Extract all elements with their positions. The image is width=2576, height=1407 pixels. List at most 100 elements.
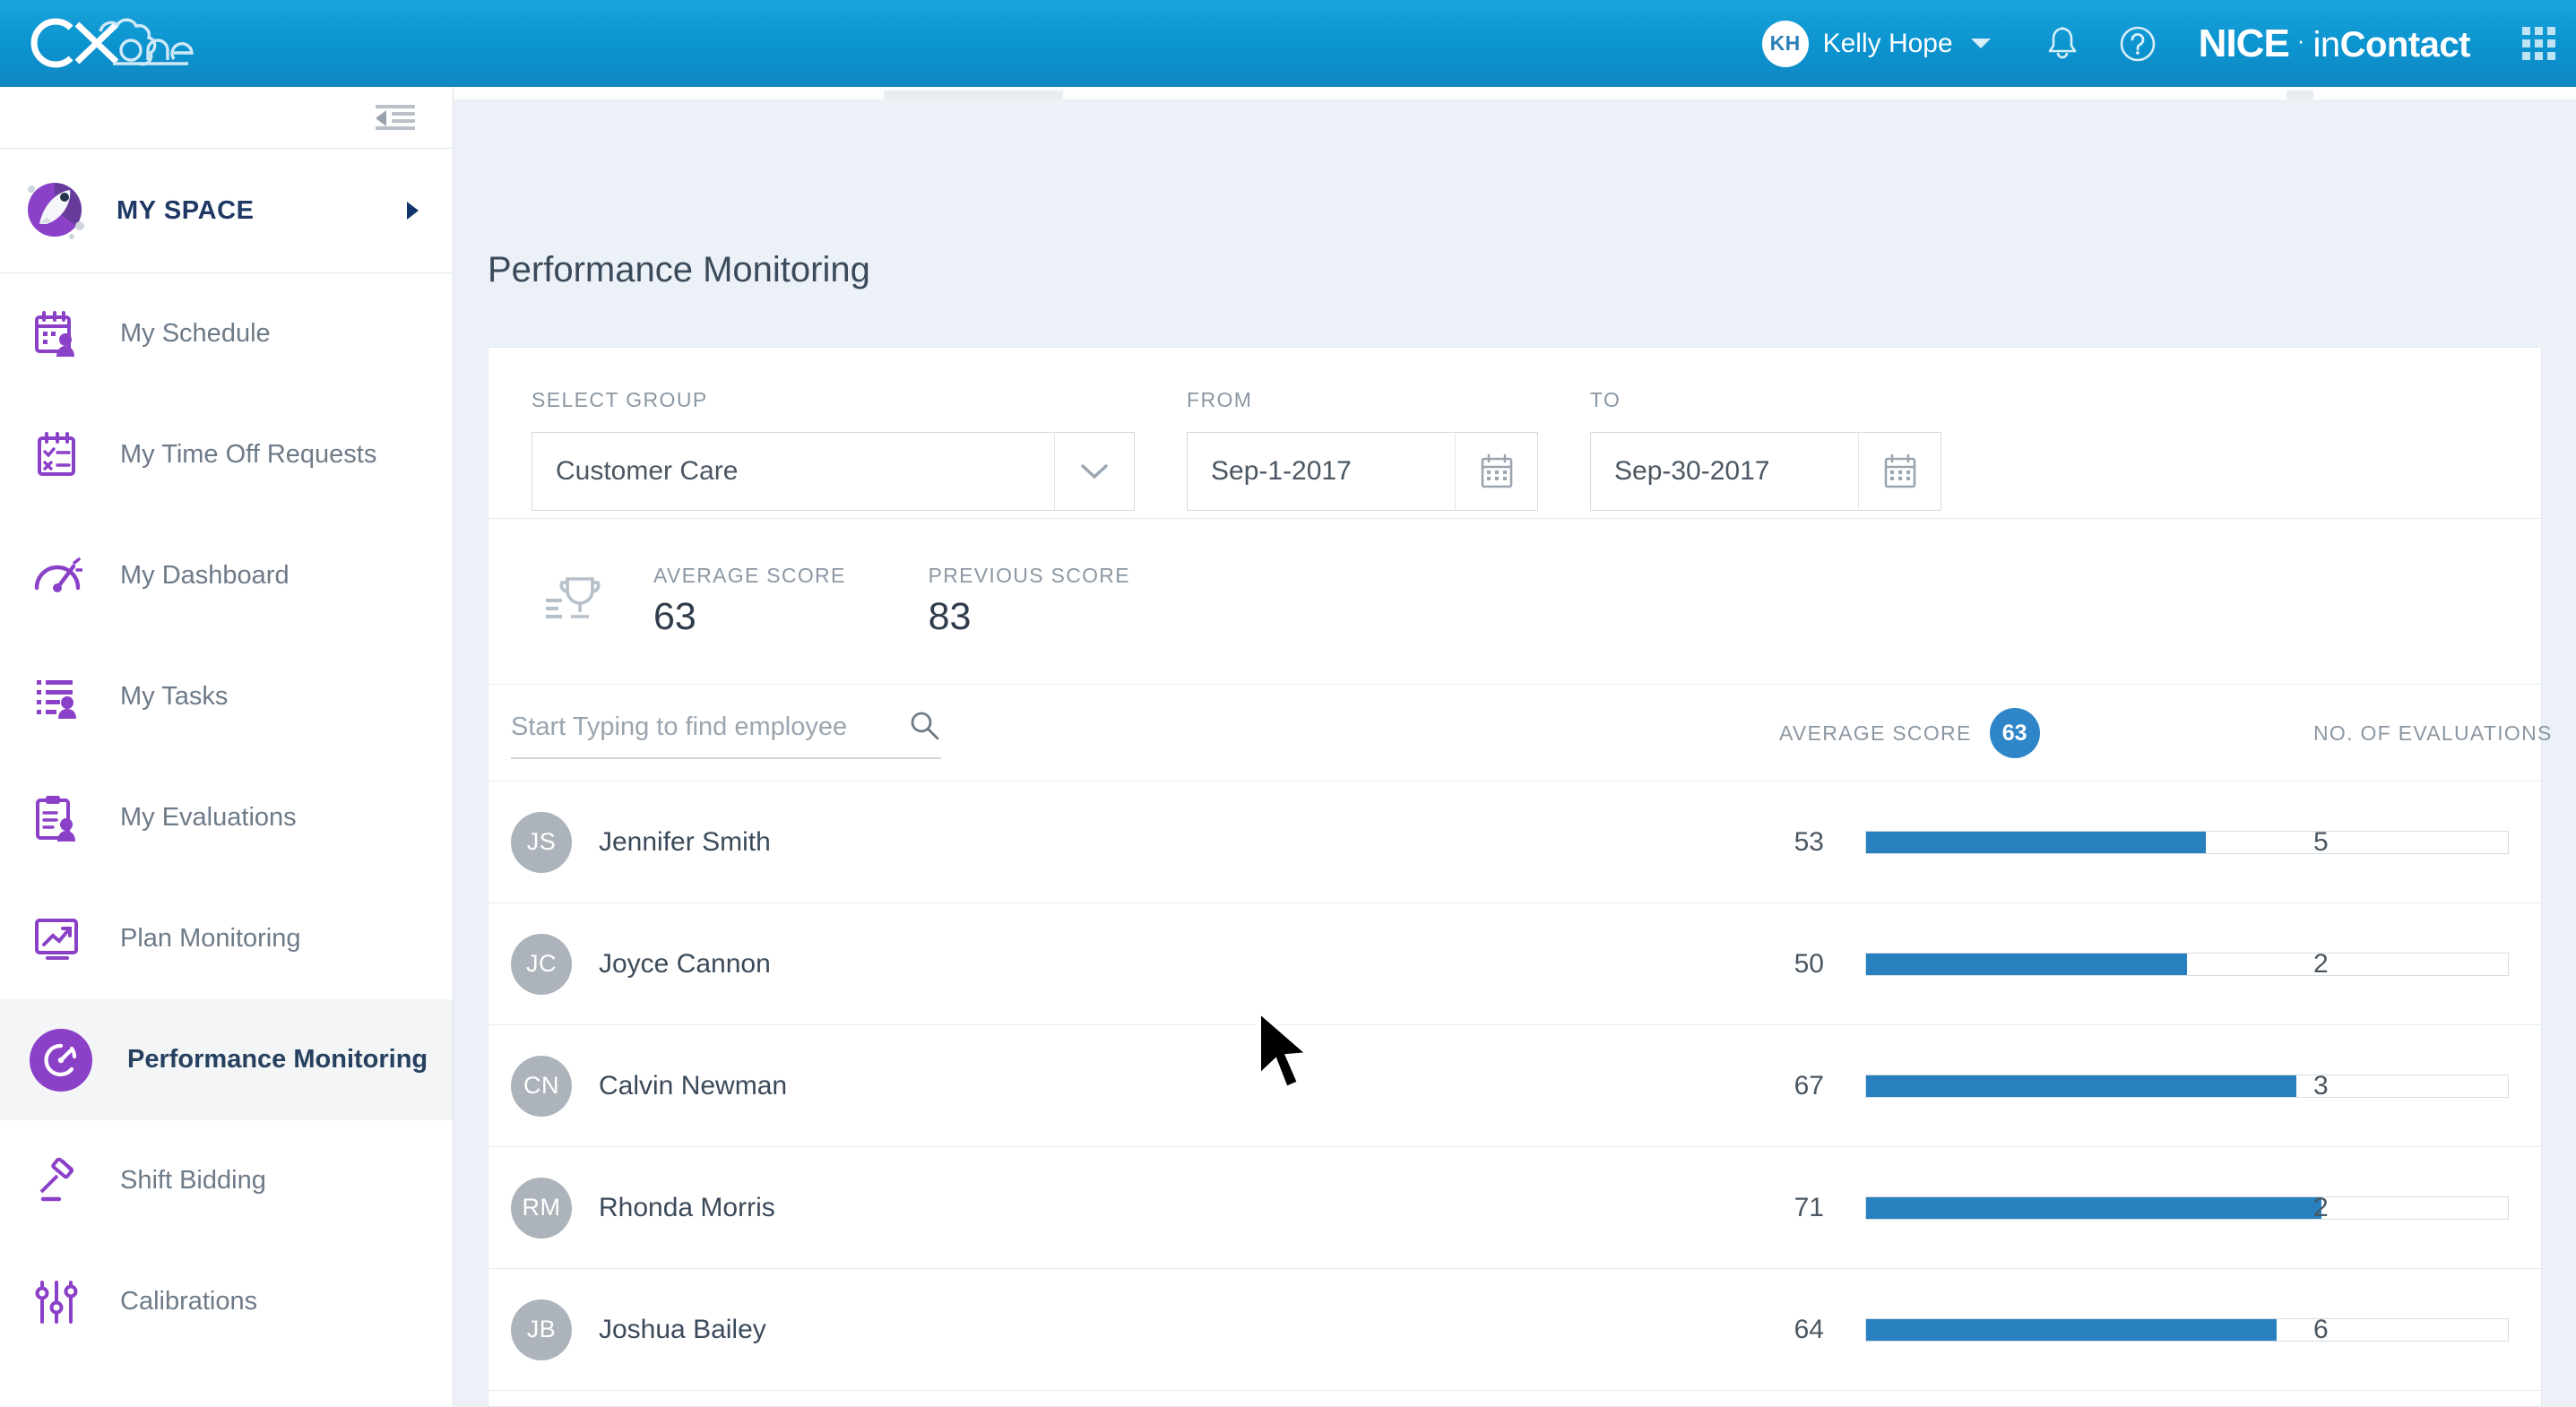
sidebar-item-label: My Tasks (120, 682, 229, 712)
sidebar-item-calibrations[interactable]: Calibrations (0, 1241, 453, 1362)
calendar-icon[interactable] (1455, 432, 1537, 511)
score-bar (1865, 1317, 2509, 1342)
sidebar-item-my-tasks[interactable]: My Tasks (0, 636, 453, 757)
score-bar-track (1865, 1317, 2509, 1342)
average-score-badge: 63 (1989, 708, 2040, 758)
sidebar-item-my-schedule[interactable]: My Schedule (0, 273, 453, 394)
from-label: FROM (1187, 388, 1253, 411)
avatar: JC (511, 933, 572, 995)
table-row[interactable]: JB Joshua Bailey 64 6 (488, 1268, 2541, 1390)
score-value: 50 (1794, 948, 1824, 979)
performance-gauge-icon (25, 1028, 97, 1092)
main-content: Performance Monitoring SELECT GROUP Cust… (454, 87, 2576, 1407)
sidebar-item-label: Performance Monitoring (127, 1045, 428, 1075)
employee-name: Calvin Newman (599, 1070, 788, 1101)
sidebar-item-shift-bidding[interactable]: Shift Bidding (0, 1120, 453, 1241)
calendar-icon[interactable] (1858, 432, 1941, 511)
triangle-right-icon[interactable] (407, 202, 419, 220)
sidebar-item-performance-monitoring[interactable]: Performance Monitoring (0, 999, 453, 1120)
employee-cell: CN Calvin Newman (511, 1055, 788, 1117)
search-input[interactable] (511, 712, 907, 742)
user-menu[interactable]: KH Kelly Hope (1761, 20, 1991, 67)
search-icon[interactable] (907, 708, 941, 747)
table-row[interactable]: RM Rhonda Morris 71 2 (488, 1146, 2541, 1268)
employee-cell: RM Rhonda Morris (511, 1177, 775, 1239)
table-row[interactable]: JC Joyce Cannon 50 2 (488, 902, 2541, 1024)
select-group-label: SELECT GROUP (532, 388, 708, 411)
score-summary: AVERAGE SCORE 63 PREVIOUS SCORE 83 (488, 518, 2541, 684)
score-bar-fill (1866, 1075, 2296, 1097)
table-row[interactable]: CN Calvin Newman 67 3 (488, 1024, 2541, 1146)
score-bar-fill (1866, 831, 2207, 853)
app-grid-icon (2521, 27, 2555, 60)
collapse-sidebar-icon (376, 104, 415, 131)
sidebar-item-my-dashboard[interactable]: My Dashboard (0, 515, 453, 636)
employee-name: Joshua Bailey (599, 1314, 766, 1344)
to-label: TO (1590, 388, 1621, 411)
partial-top-strip (454, 87, 2576, 99)
to-date-input[interactable]: Sep-30-2017 (1590, 432, 1941, 511)
avatar: RM (511, 1177, 572, 1239)
score-bar-track (1865, 952, 2509, 976)
score-bar (1865, 1074, 2509, 1098)
from-date-filter: FROM Sep-1-2017 (1187, 388, 1538, 511)
score-bar-track (1865, 1074, 2509, 1098)
sidebar-item-label: Shift Bidding (120, 1166, 266, 1196)
sidebar-item-plan-monitoring[interactable]: Plan Monitoring (0, 878, 453, 999)
column-header-evaluations[interactable]: NO. OF EVALUATIONS (2313, 685, 2553, 781)
group-dropdown[interactable]: Customer Care (532, 432, 1135, 511)
column-label: NO. OF EVALUATIONS (2313, 721, 2553, 745)
sliders-icon (25, 1279, 90, 1325)
sidebar-item-my-evaluations[interactable]: My Evaluations (0, 757, 453, 878)
left-sidebar: MY SPACE My Schedule My Time Off Request… (0, 87, 454, 1407)
sidebar-item-my-space[interactable]: MY SPACE (0, 148, 453, 273)
brand-incontact: inContact (2312, 24, 2470, 65)
filter-bar: SELECT GROUP Customer Care FROM Sep-1-20… (488, 348, 2541, 518)
employee-table-body: JS Jennifer Smith 53 5 JC Joyce Cannon 50 2 CN Ca… (488, 781, 2541, 1407)
score-value: 64 (1794, 1314, 1824, 1344)
sidebar-item-label: MY SPACE (117, 195, 255, 225)
trophy-chart-icon (544, 574, 630, 629)
sidebar-item-label: My Schedule (120, 319, 271, 349)
avatar: JS (511, 811, 572, 873)
help-circle-icon (2120, 26, 2155, 61)
previous-score-label: PREVIOUS SCORE (928, 564, 1130, 587)
employee-cell: JS Jennifer Smith (511, 811, 771, 873)
evaluations-count: 5 (2313, 826, 2329, 857)
table-row[interactable]: KGKeith Gonzales711 (488, 1390, 2541, 1407)
average-score-value: 63 (653, 595, 696, 638)
evaluations-count: 2 (2313, 948, 2329, 979)
chevron-down-icon[interactable] (1970, 39, 1991, 48)
monitor-trend-icon (25, 916, 90, 962)
from-date-input[interactable]: Sep-1-2017 (1187, 432, 1538, 511)
brand-separator: · (2296, 26, 2305, 54)
chevron-down-icon[interactable] (1055, 462, 1134, 481)
from-date-value: Sep-1-2017 (1211, 456, 1352, 486)
cxone-cloud-logo (30, 17, 194, 67)
score-bar (1865, 1196, 2509, 1220)
sidebar-collapse-button[interactable] (0, 87, 453, 148)
evaluations-count: 6 (2313, 1314, 2329, 1344)
score-value: 67 (1794, 1070, 1824, 1101)
help-button[interactable] (2100, 0, 2175, 87)
top-app-bar: KH Kelly Hope NICE · inContact (0, 0, 2576, 87)
employee-cell: JB Joshua Bailey (511, 1299, 766, 1360)
app-launcher-button[interactable] (2501, 0, 2576, 87)
average-score-label: AVERAGE SCORE (653, 564, 846, 587)
notifications-button[interactable] (2025, 0, 2100, 87)
sidebar-item-label: Plan Monitoring (120, 924, 301, 954)
header-right-cluster: KH Kelly Hope NICE · inContact (1761, 0, 2576, 87)
column-header-average-score[interactable]: AVERAGE SCORE 63 (1779, 685, 2040, 781)
cxone-logo[interactable] (23, 8, 229, 80)
sidebar-item-label: My Evaluations (120, 803, 297, 833)
score-bar-fill (1866, 953, 2187, 975)
gauge-icon (25, 554, 90, 599)
score-value: 71 (1794, 1192, 1824, 1222)
score-bar-track (1865, 830, 2509, 854)
avatar: CN (511, 1055, 572, 1117)
previous-score-value: 83 (928, 595, 972, 638)
employee-name: Joyce Cannon (599, 948, 771, 979)
score-bar (1865, 830, 2509, 854)
sidebar-item-my-time-off-requests[interactable]: My Time Off Requests (0, 394, 453, 515)
table-row[interactable]: JS Jennifer Smith 53 5 (488, 781, 2541, 902)
